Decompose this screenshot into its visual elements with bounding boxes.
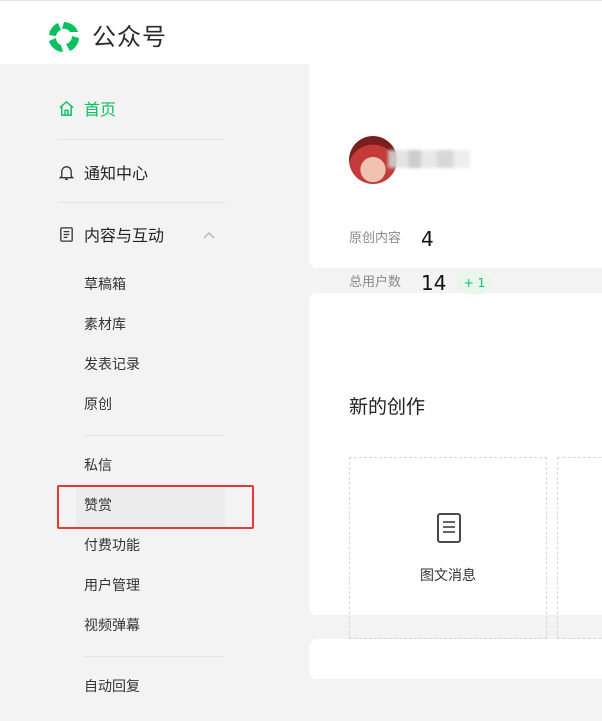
divider <box>84 656 225 657</box>
new-creation-title: 新的创作 <box>349 396 426 418</box>
account-name-blurred <box>388 150 470 168</box>
create-tile-partial[interactable] <box>557 457 602 639</box>
sidebar-subitem-messages[interactable]: 私信 <box>84 456 112 476</box>
next-card <box>309 639 602 679</box>
sidebar-item-home[interactable]: 首页 <box>58 96 116 120</box>
article-icon <box>437 513 461 543</box>
sidebar-item-label: 内容与互动 <box>84 226 165 245</box>
highlight-box <box>57 485 254 529</box>
sidebar-subitem-auto-reply[interactable]: 自动回复 <box>84 677 140 697</box>
divider <box>58 139 225 140</box>
sidebar-item-label: 首页 <box>84 100 117 119</box>
stat-value-original-content: 4 <box>421 227 434 251</box>
create-article-button[interactable]: 图文消息 <box>349 457 547 639</box>
wechat-mp-logo-icon[interactable] <box>46 19 82 55</box>
stat-label-total-users: 总用户数 <box>349 275 402 290</box>
sidebar-subitem-original[interactable]: 原创 <box>84 395 112 415</box>
sidebar-subitem-user-management[interactable]: 用户管理 <box>84 576 140 596</box>
sidebar-subitem-paid-features[interactable]: 付费功能 <box>84 536 140 556</box>
sidebar-item-content[interactable]: 内容与互动 <box>58 222 164 246</box>
chevron-up-icon[interactable] <box>201 228 217 244</box>
brand-title: 公众号 <box>92 23 167 51</box>
bell-icon <box>58 165 75 180</box>
sidebar-subitem-materials[interactable]: 素材库 <box>84 315 126 335</box>
divider <box>58 202 225 203</box>
sidebar-subitem-publish-records[interactable]: 发表记录 <box>84 355 140 375</box>
sidebar: 首页 通知中心 内容与互动 草稿箱 素材库 发表记录 原创 私信 赞赏 付费功能… <box>0 64 280 721</box>
sidebar-item-notifications[interactable]: 通知中心 <box>58 160 148 184</box>
stat-value-total-users: 14 <box>421 271 447 295</box>
document-icon <box>60 226 73 242</box>
sidebar-subitem-drafts[interactable]: 草稿箱 <box>84 275 126 295</box>
sidebar-item-label: 通知中心 <box>84 164 149 183</box>
user-growth-badge: + 1 <box>457 272 492 294</box>
divider <box>84 435 225 436</box>
home-icon <box>59 100 74 116</box>
create-article-label: 图文消息 <box>420 568 476 584</box>
sidebar-subitem-video-danmaku[interactable]: 视频弹幕 <box>84 616 140 636</box>
stat-label-original-content: 原创内容 <box>349 231 402 246</box>
